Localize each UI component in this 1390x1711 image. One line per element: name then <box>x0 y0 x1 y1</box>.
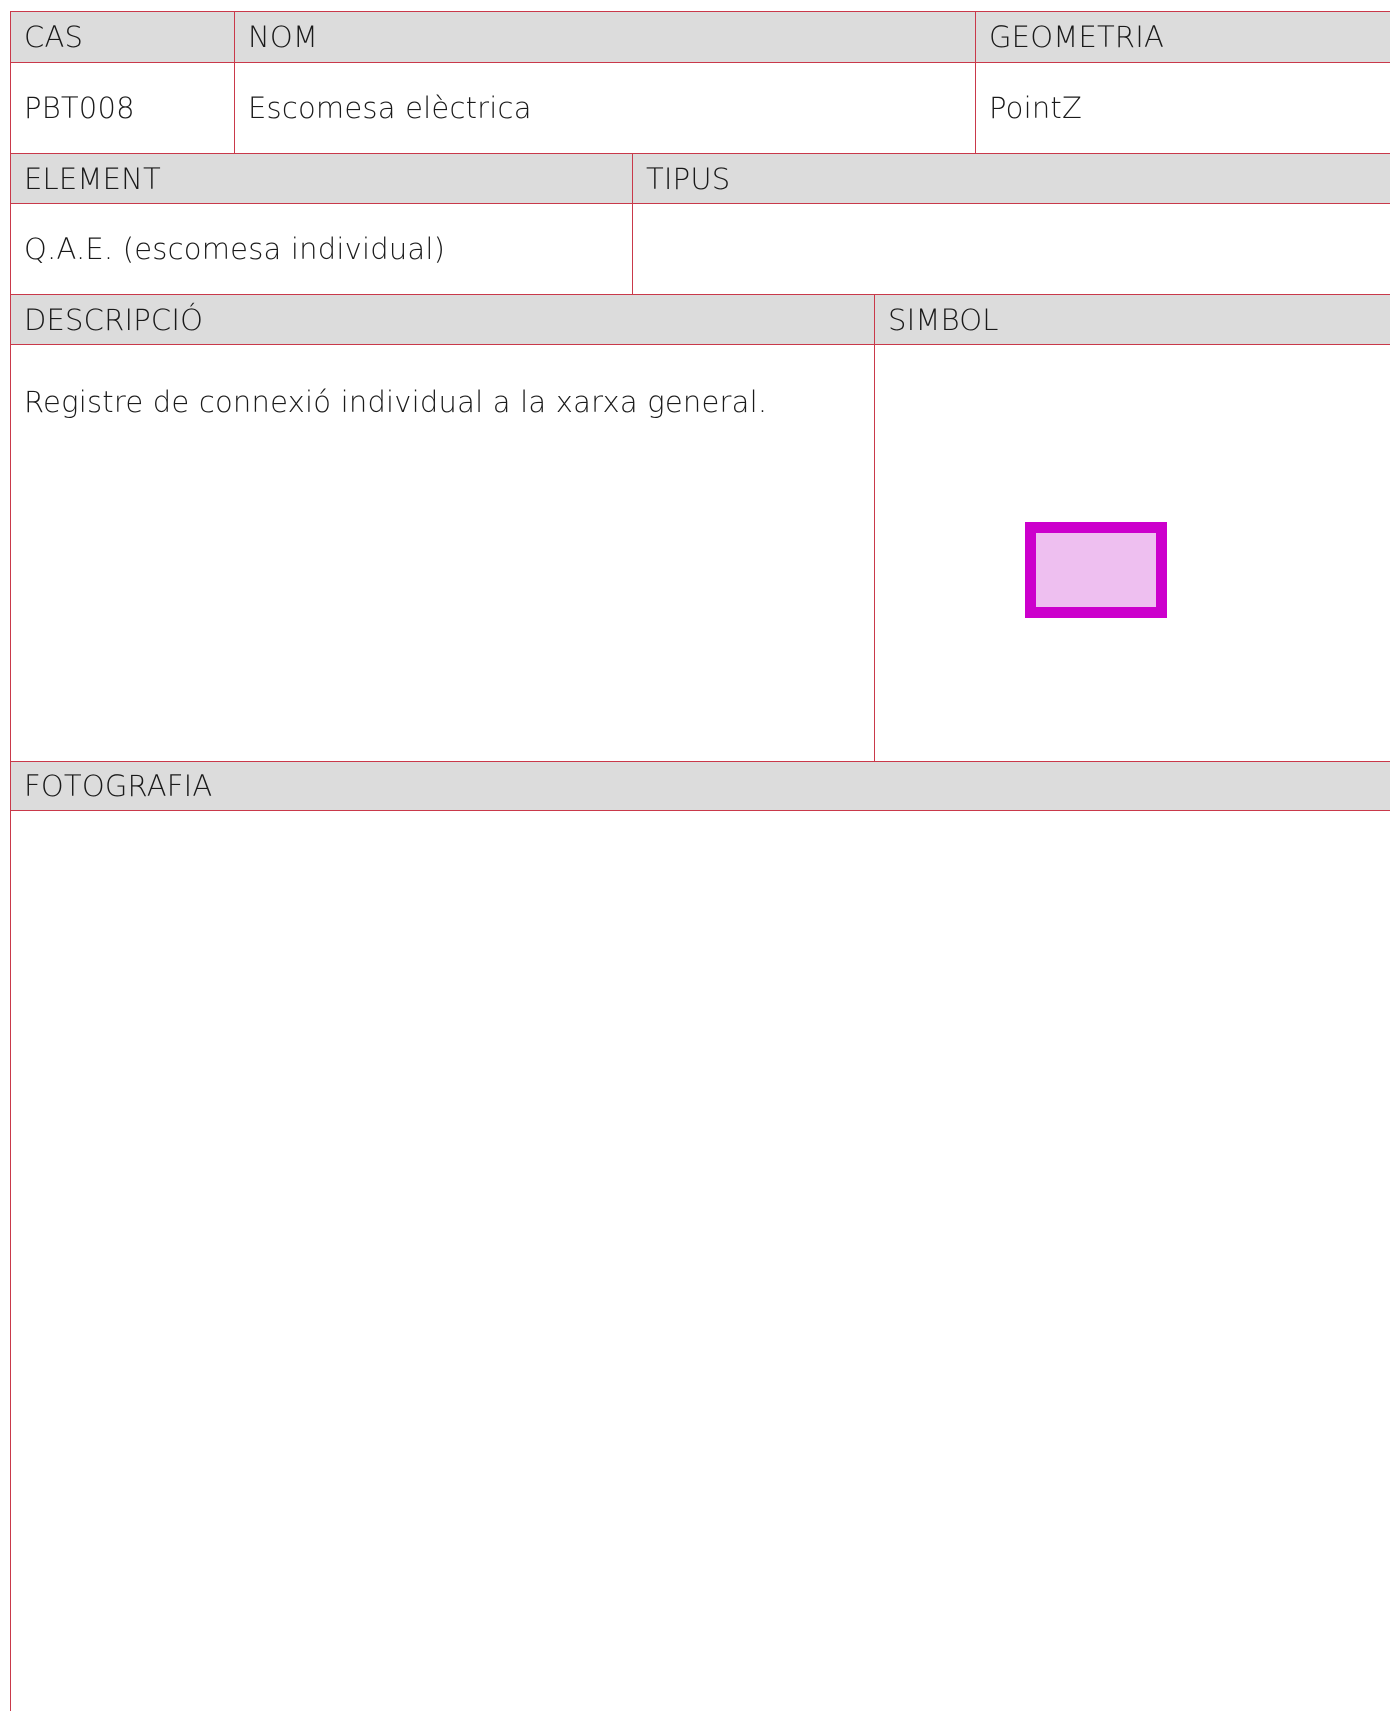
symbol-rectangle-icon <box>1025 522 1167 618</box>
fotografia-header: FOTOGRAFIA <box>10 761 1390 811</box>
fitxa-element: CAS NOM GEOMETRIA PBT008 Escomesa elèctr… <box>10 11 1390 1711</box>
fotografia-area <box>10 811 1390 1711</box>
header-row-2: ELEMENT TIPUS <box>10 153 1390 203</box>
tipus-header: TIPUS <box>632 153 1390 203</box>
geometria-value: PointZ <box>975 62 1390 153</box>
geometria-header: GEOMETRIA <box>975 11 1390 62</box>
value-row-2: Q.A.E. (escomesa individual) <box>10 203 1390 294</box>
element-value: Q.A.E. (escomesa individual) <box>10 203 632 294</box>
header-row-4: FOTOGRAFIA <box>10 761 1390 811</box>
header-row-1: CAS NOM GEOMETRIA <box>10 11 1390 62</box>
descripcio-value: Registre de connexió individual a la xar… <box>10 344 874 761</box>
cas-header: CAS <box>10 11 234 62</box>
nom-value: Escomesa elèctrica <box>234 62 975 153</box>
photo-row <box>10 811 1390 1711</box>
tipus-value <box>632 203 1390 294</box>
simbol-header: SIMBOL <box>874 294 1390 344</box>
nom-header: NOM <box>234 11 975 62</box>
value-row-1: PBT008 Escomesa elèctrica PointZ <box>10 62 1390 153</box>
value-row-3: Registre de connexió individual a la xar… <box>10 344 1390 761</box>
cas-value: PBT008 <box>10 62 234 153</box>
element-header: ELEMENT <box>10 153 632 203</box>
header-row-3: DESCRIPCIÓ SIMBOL <box>10 294 1390 344</box>
simbol-cell <box>874 344 1390 761</box>
descripcio-header: DESCRIPCIÓ <box>10 294 874 344</box>
